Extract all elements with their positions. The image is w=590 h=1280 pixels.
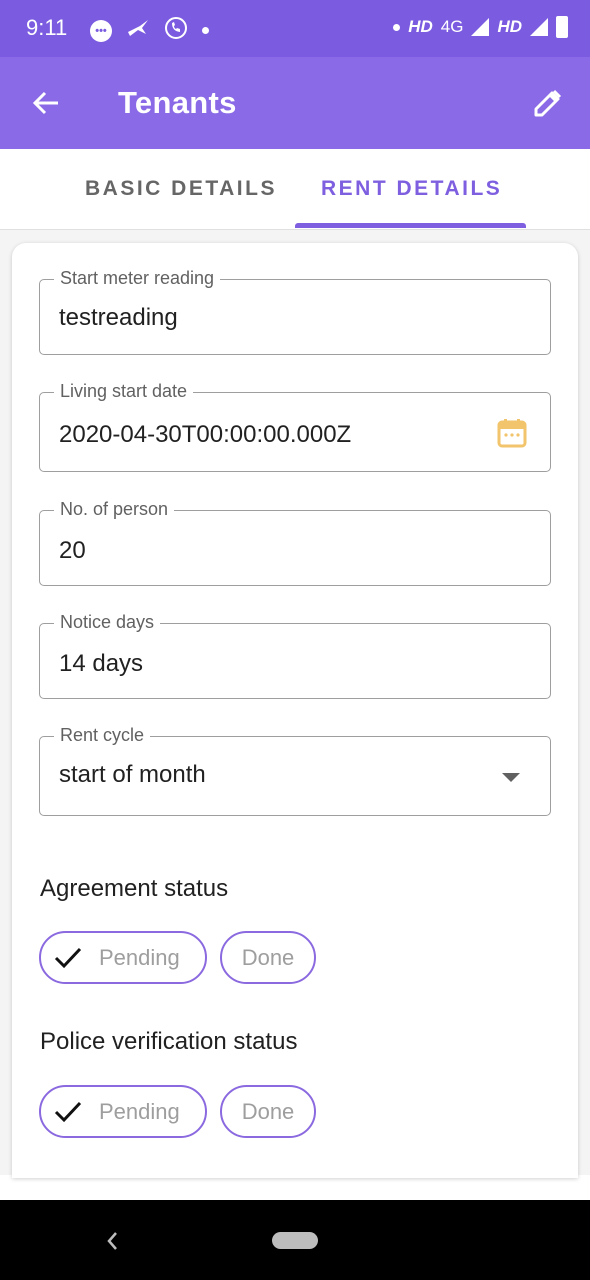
- nav-back-button[interactable]: [104, 1230, 120, 1257]
- edit-button[interactable]: [528, 83, 568, 123]
- page-title: Tenants: [118, 85, 237, 120]
- police-pending-chip[interactable]: Pending: [39, 1085, 207, 1138]
- field-label: Rent cycle: [54, 725, 151, 746]
- field-value: 2020-04-30T00:00:00.000Z: [59, 421, 352, 448]
- chevron-left-icon: [107, 1232, 117, 1250]
- arrow-left-icon: [32, 91, 58, 115]
- active-tab-indicator: [295, 223, 526, 228]
- field-value: 14 days: [59, 650, 144, 677]
- chip-label: Done: [241, 944, 295, 970]
- message-icon: •••: [90, 19, 112, 42]
- agreement-status-title: Agreement status: [40, 875, 229, 902]
- dropdown-caret-icon: [502, 773, 520, 782]
- chip-label: Pending: [99, 1098, 180, 1124]
- no-of-person-field[interactable]: No. of person 20: [39, 499, 551, 586]
- chip-label: Pending: [99, 944, 180, 970]
- notification-icons: •••: [90, 16, 209, 45]
- notice-days-field[interactable]: Notice days 14 days: [39, 612, 551, 699]
- tab-rent-details[interactable]: RENT DETAILS: [321, 177, 502, 201]
- tab-bar: BASIC DETAILS RENT DETAILS: [0, 149, 590, 230]
- field-value: start of month: [59, 761, 206, 788]
- network-label-hd: HD: [408, 17, 433, 36]
- police-done-chip[interactable]: Done: [220, 1085, 316, 1138]
- field-label: Notice days: [54, 612, 161, 633]
- start-meter-reading-field[interactable]: Start meter reading testreading: [39, 268, 551, 355]
- living-start-date-field[interactable]: Living start date 2020-04-30T00:00:00.00…: [39, 381, 551, 472]
- field-value: testreading: [59, 304, 178, 331]
- nav-home-pill[interactable]: [272, 1232, 318, 1249]
- status-time: 9:11: [26, 15, 68, 40]
- agreement-done-chip[interactable]: Done: [220, 931, 316, 984]
- field-label: Start meter reading: [54, 268, 221, 289]
- pencil-icon: [534, 89, 562, 117]
- field-label: Living start date: [54, 381, 194, 402]
- rent-cycle-select[interactable]: Rent cycle start of month: [39, 725, 551, 816]
- signal-icon: [471, 18, 490, 36]
- agreement-pending-chip[interactable]: Pending: [39, 931, 207, 984]
- battery-icon: [556, 16, 568, 38]
- police-verification-status-title: Police verification status: [40, 1028, 298, 1055]
- calendar-icon[interactable]: [496, 417, 528, 454]
- back-button[interactable]: [26, 83, 66, 123]
- dot-icon: [202, 27, 209, 34]
- dot-icon: [393, 23, 401, 31]
- app-bar: Tenants: [0, 57, 590, 149]
- phone-icon: [164, 16, 188, 45]
- check-icon: [54, 947, 82, 969]
- field-label: No. of person: [54, 499, 175, 520]
- bird-icon: [126, 18, 150, 43]
- check-icon: [54, 1101, 82, 1123]
- system-nav-bar: [0, 1200, 590, 1280]
- system-icons: HD 4G HD: [393, 16, 568, 38]
- chip-label: Done: [241, 1098, 295, 1124]
- signal-icon: [530, 18, 548, 36]
- tab-basic-details[interactable]: BASIC DETAILS: [85, 177, 277, 201]
- network-label-hd-2: HD: [497, 17, 522, 36]
- field-value: 20: [59, 537, 86, 564]
- status-bar: 9:11 ••• HD 4G HD: [0, 0, 590, 57]
- network-label-4g: 4G: [440, 17, 464, 36]
